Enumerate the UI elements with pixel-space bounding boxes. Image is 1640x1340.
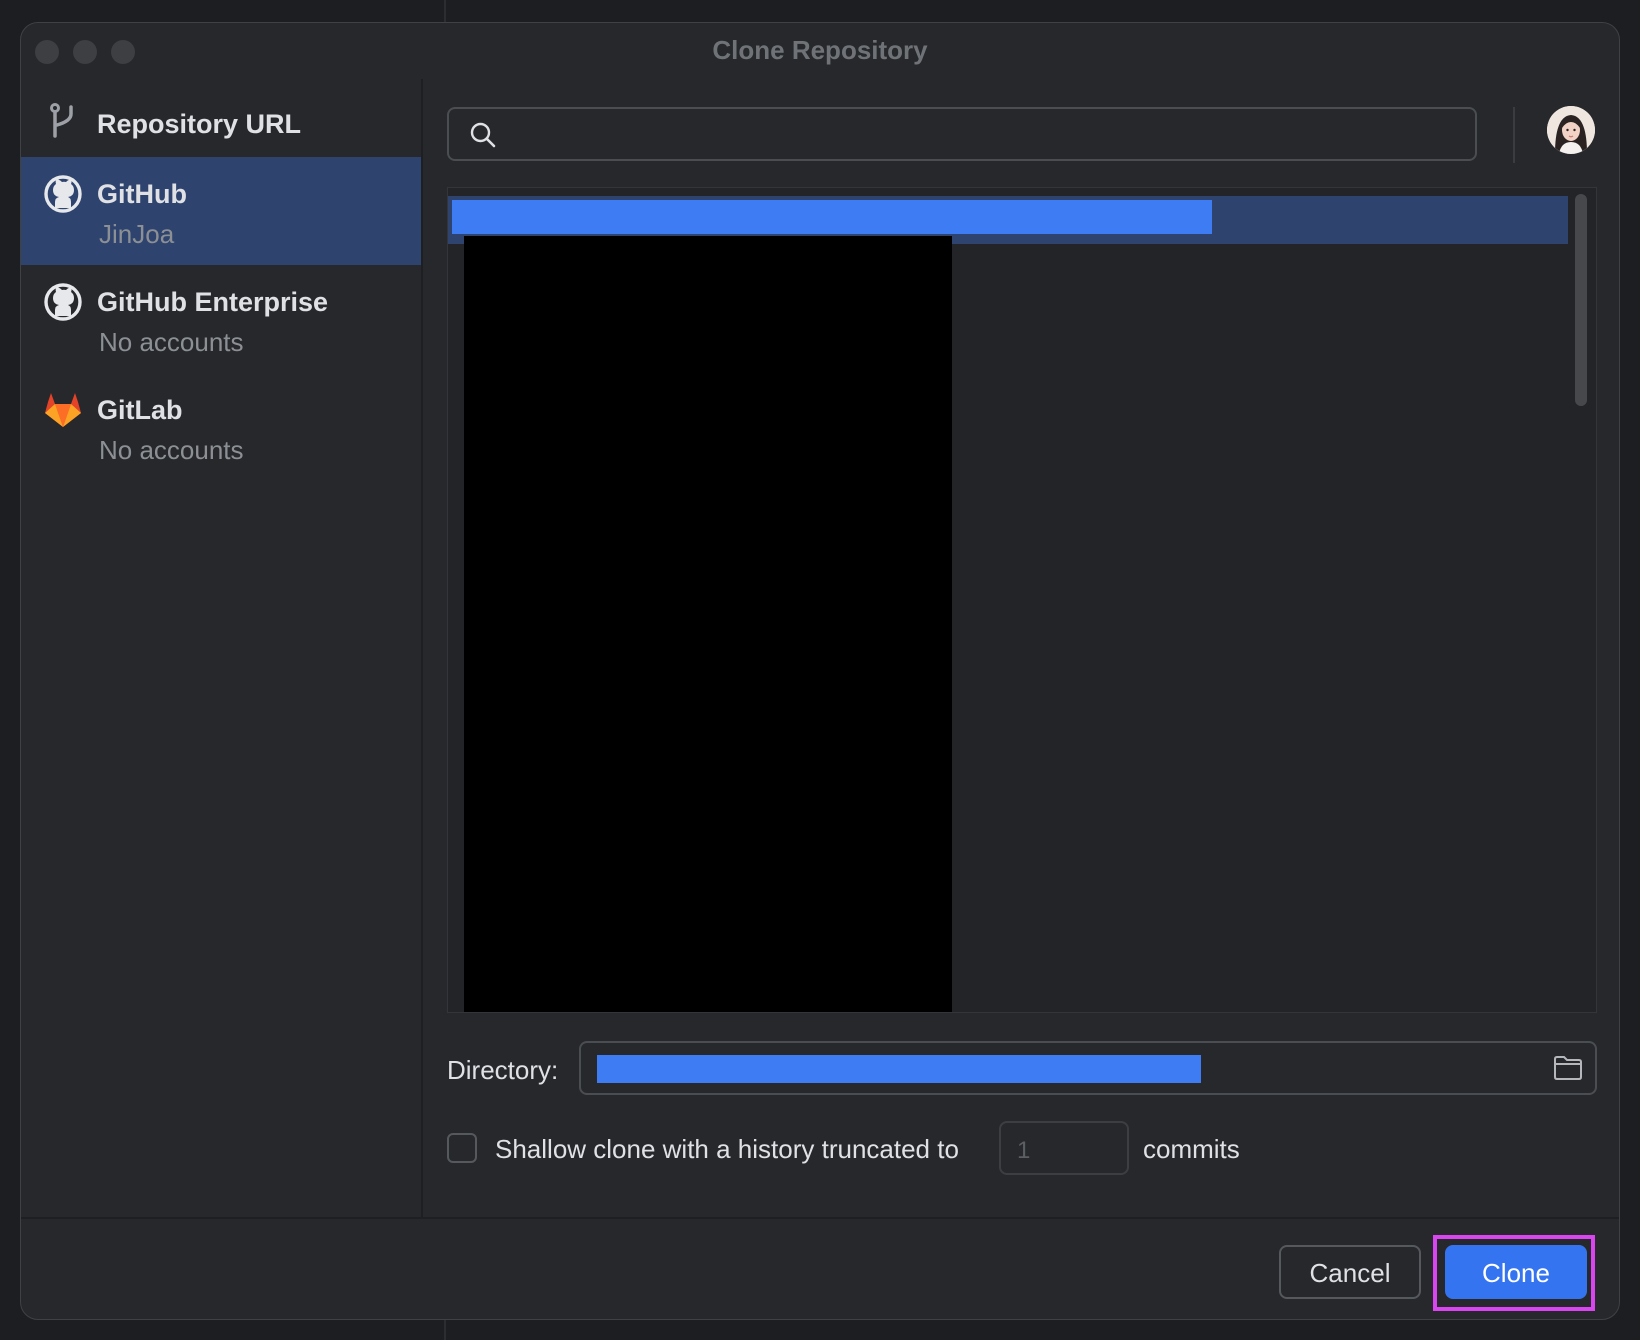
redacted-repository-name	[452, 200, 1212, 234]
sidebar-item-account: JinJoa	[99, 219, 175, 249]
shallow-clone-label: Shallow clone with a history truncated t…	[495, 1134, 959, 1164]
github-icon	[44, 175, 82, 213]
sidebar-item-gitlab[interactable]: GitLab No accounts	[21, 373, 421, 481]
clone-button[interactable]: Clone	[1445, 1245, 1587, 1299]
search-icon	[470, 122, 496, 148]
sidebar-item-label: GitLab	[97, 395, 183, 425]
shallow-clone-checkbox[interactable]	[447, 1133, 477, 1163]
directory-label: Directory:	[447, 1055, 559, 1085]
redacted-repository-list	[464, 236, 952, 1012]
cancel-button[interactable]: Cancel	[1279, 1245, 1421, 1299]
account-avatar[interactable]	[1547, 106, 1595, 154]
sidebar-item-label: GitHub	[97, 179, 187, 209]
list-scrollbar[interactable]	[1575, 194, 1587, 406]
avatar-icon	[1547, 106, 1595, 154]
dialog-title: Clone Repository	[712, 35, 928, 65]
sidebar-item-label: GitHub Enterprise	[97, 287, 329, 317]
title-bar: Clone Repository	[21, 23, 1619, 79]
sidebar: Repository URL GitHub JinJoa GitHub Ente…	[21, 79, 423, 1219]
search-input[interactable]	[509, 115, 1463, 155]
sidebar-item-github-enterprise[interactable]: GitHub Enterprise No accounts	[21, 265, 421, 373]
sidebar-item-account: No accounts	[99, 327, 244, 357]
sidebar-item-repository-url[interactable]: Repository URL	[21, 79, 421, 157]
sidebar-item-account: No accounts	[99, 435, 244, 465]
clone-repository-dialog: Clone Repository Repository URL GitHub J…	[20, 22, 1620, 1320]
commits-label: commits	[1143, 1134, 1240, 1164]
folder-icon[interactable]	[1553, 1055, 1583, 1081]
sidebar-item-label: Repository URL	[97, 109, 302, 139]
redacted-directory-path	[597, 1055, 1201, 1083]
gitlab-icon	[45, 393, 81, 427]
github-icon	[44, 283, 82, 321]
repository-search-field[interactable]	[447, 107, 1477, 161]
directory-field[interactable]	[579, 1041, 1597, 1095]
toolbar-separator	[1513, 107, 1515, 163]
history-depth-field[interactable]: 1	[999, 1121, 1129, 1175]
sidebar-item-github[interactable]: GitHub JinJoa	[21, 157, 421, 265]
repository-list[interactable]	[447, 187, 1597, 1013]
vcs-branch-icon	[50, 103, 73, 138]
